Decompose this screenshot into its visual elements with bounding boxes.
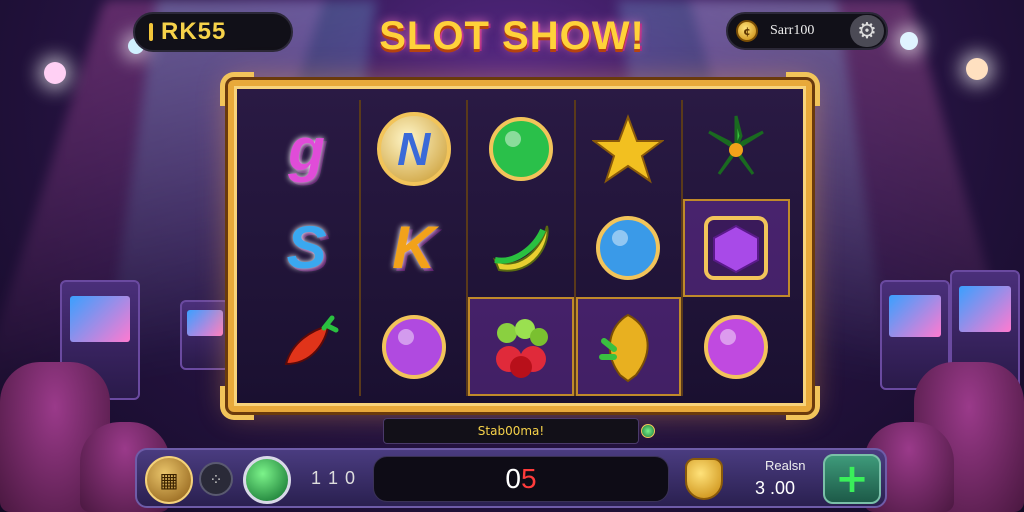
stage-light xyxy=(44,62,66,84)
reel-column: NK xyxy=(361,100,469,396)
green-gem-icon xyxy=(482,110,560,188)
star-icon xyxy=(589,110,667,188)
settings-pill[interactable]: ¢ Sarr100 ⚙ xyxy=(726,12,888,50)
coin-icon: ¢ xyxy=(736,20,758,42)
reel-cell: N xyxy=(361,100,466,199)
gear-icon[interactable]: ⚙ xyxy=(850,15,884,47)
reel-cell xyxy=(576,100,681,199)
letter-k-icon: K xyxy=(375,209,453,287)
reel-cell: K xyxy=(361,199,466,298)
letter-s-icon: S xyxy=(268,209,346,287)
reel-cell xyxy=(576,199,681,298)
win-digit-accent: 5 xyxy=(521,463,537,494)
settings-label: Sarr100 xyxy=(770,23,815,38)
reel-cell xyxy=(683,100,790,199)
frame-corner xyxy=(786,72,820,106)
purple-cube-icon xyxy=(697,209,775,287)
letter-n-coin-icon: N xyxy=(375,110,453,188)
letter-g-icon: g xyxy=(268,110,346,188)
reel-cell: S xyxy=(254,199,359,298)
stage-light xyxy=(966,58,988,80)
reel-cell xyxy=(575,297,681,396)
symbol-letter: K xyxy=(392,214,436,282)
blue-gem-icon xyxy=(589,209,667,287)
symbol-letter: N xyxy=(397,123,431,176)
leaf-icon xyxy=(697,110,775,188)
info-strip: Stab00ma! xyxy=(383,418,639,444)
reel-frame: gSNK xyxy=(220,72,820,420)
frame-corner xyxy=(786,386,820,420)
reel-cell: g xyxy=(254,100,359,199)
bet-label: Realsn xyxy=(765,458,806,473)
shield-coin-icon[interactable] xyxy=(685,458,723,500)
line-count: 1 1 0 xyxy=(311,468,357,488)
frame-corner xyxy=(220,386,254,420)
arcade-cabinet xyxy=(180,300,230,370)
bet-value: 3 .00 xyxy=(755,478,796,498)
menu-button[interactable]: ▦ xyxy=(145,456,193,504)
reel-column xyxy=(575,100,683,396)
reel-cell xyxy=(468,100,573,199)
reel-cell xyxy=(468,199,573,298)
gold-leaf-icon xyxy=(589,308,667,386)
control-bar: ▦ ⁘ 1 1 0 05 Realsn 3 .00 + xyxy=(135,448,887,508)
banana-icon xyxy=(482,209,560,287)
win-digit: 0 xyxy=(505,463,521,494)
info-gem-icon xyxy=(641,424,655,438)
increase-bet-button[interactable]: + xyxy=(823,454,881,504)
frame-corner xyxy=(220,72,254,106)
symbol-letter: g xyxy=(288,115,325,183)
reel-cell xyxy=(683,297,790,396)
options-dots-button[interactable]: ⁘ xyxy=(199,462,233,496)
symbol-letter: S xyxy=(286,214,327,282)
reel-cell xyxy=(682,198,790,298)
reel-column xyxy=(682,100,790,396)
reel-cell xyxy=(468,297,574,396)
gem-button[interactable] xyxy=(243,456,291,504)
reel-column xyxy=(468,100,576,396)
win-display: 05 xyxy=(373,456,669,502)
purple-gem-icon xyxy=(375,308,453,386)
reel-cell xyxy=(254,297,359,396)
reel-cell xyxy=(361,297,466,396)
info-strip-text: Stab00ma! xyxy=(477,424,545,438)
reel-grid: gSNK xyxy=(254,100,790,396)
chili-pepper-icon xyxy=(268,308,346,386)
violet-gem-icon xyxy=(697,308,775,386)
cherries-icon xyxy=(482,308,560,386)
reel-column: gS xyxy=(254,100,362,396)
